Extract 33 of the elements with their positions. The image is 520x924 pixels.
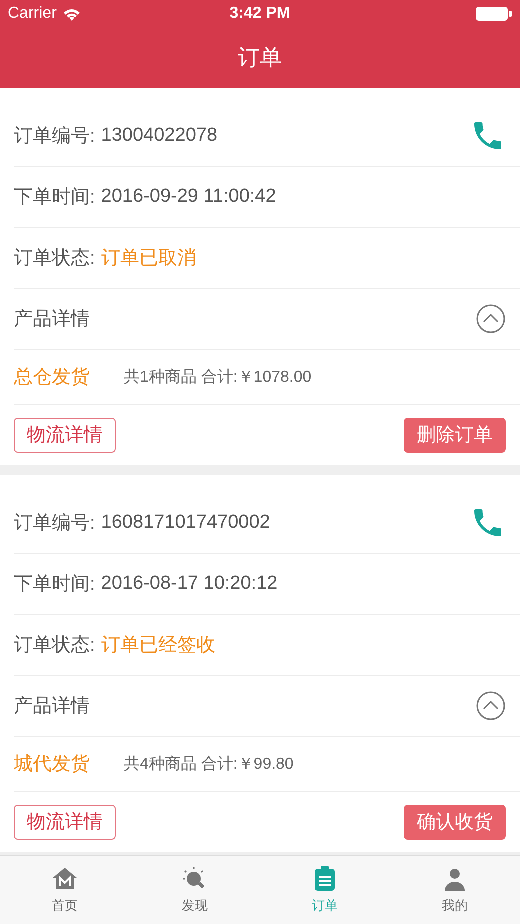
shipping-source: 城代发货 <box>14 753 90 777</box>
field-label: 下单时间: <box>14 186 96 210</box>
tab-item[interactable]: 首页 <box>0 856 130 924</box>
details-label: 产品详情 <box>14 695 90 719</box>
collapse-toggle[interactable] <box>476 304 506 334</box>
order-status: 订单已经签收 <box>101 634 216 658</box>
field-value: 13004022078 <box>101 125 218 147</box>
logistics-button[interactable]: 物流详情 <box>14 804 116 840</box>
order-summary: 共1种商品 合计:￥1078.00 <box>124 368 312 388</box>
page-title: 订单 <box>238 44 282 72</box>
status-time: 3:42 PM <box>230 5 290 23</box>
field-label: 订单状态: <box>14 634 96 658</box>
order-action-button[interactable]: 删除订单 <box>404 418 506 452</box>
collapse-toggle[interactable] <box>476 691 506 721</box>
field-label: 订单编号: <box>14 512 96 536</box>
carrier-text: Carrier <box>8 5 57 23</box>
logistics-button[interactable]: 物流详情 <box>14 418 116 452</box>
battery-icon <box>476 7 512 21</box>
shipping-source: 总仓发货 <box>14 366 90 390</box>
tab-item[interactable]: 发现 <box>130 856 260 924</box>
order-summary: 共4种商品 合计:￥99.80 <box>124 754 294 774</box>
order-action-button[interactable]: 确认收货 <box>404 804 506 840</box>
field-label: 下单时间: <box>14 573 96 597</box>
wifi-icon <box>62 8 81 20</box>
field-value: 2016-09-29 11:00:42 <box>101 186 276 208</box>
tab-item[interactable]: 我的 <box>390 856 520 924</box>
field-label: 订单状态: <box>14 247 96 271</box>
details-label: 产品详情 <box>14 308 90 332</box>
field-label: 订单编号: <box>14 125 96 149</box>
tab-item[interactable]: 订单 <box>260 856 390 924</box>
field-value: 1608171017470002 <box>101 512 270 534</box>
order-status: 订单已取消 <box>101 247 196 271</box>
field-value: 2016-08-17 10:20:12 <box>101 573 278 595</box>
